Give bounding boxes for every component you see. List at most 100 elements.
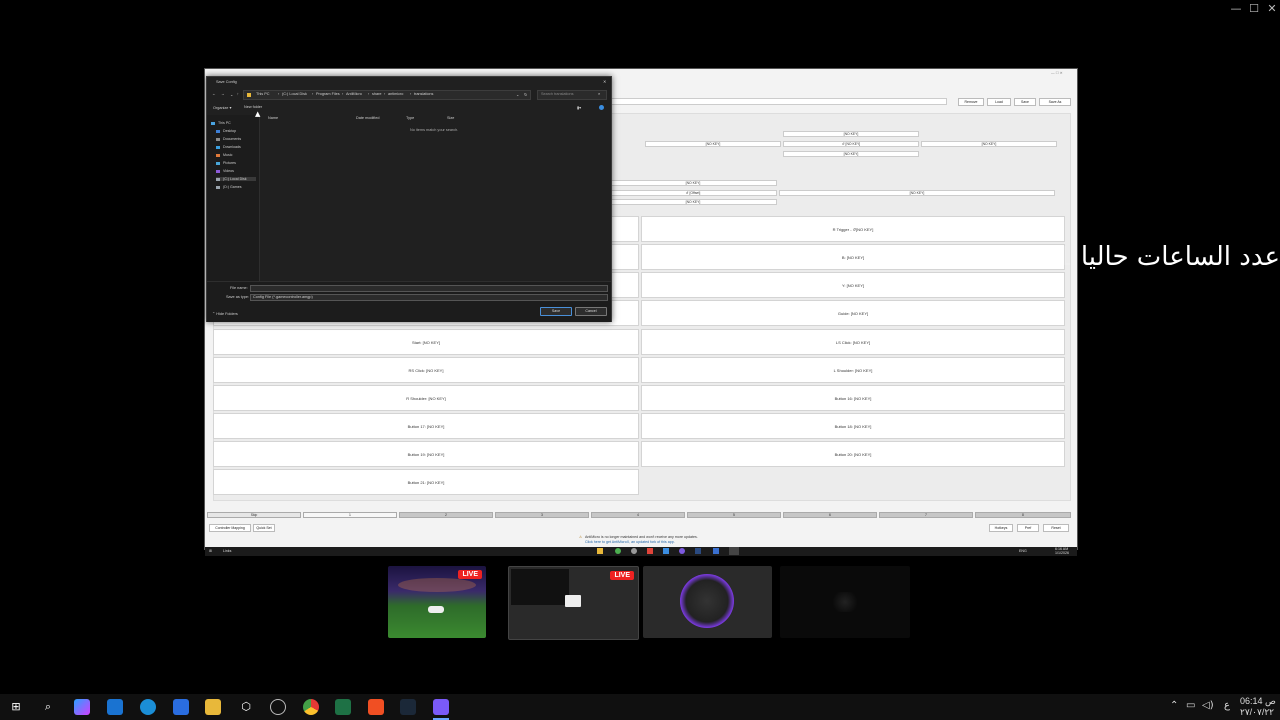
- reset-button[interactable]: Reset: [1043, 524, 1069, 532]
- key-pill[interactable]: [NO KEY]: [609, 180, 777, 186]
- stream-thumbnail-orb[interactable]: [643, 566, 772, 638]
- remove-button[interactable]: Remove: [958, 98, 984, 106]
- up-icon[interactable]: ↑: [237, 92, 239, 96]
- excel-icon[interactable]: [335, 699, 351, 715]
- app-icon[interactable]: ⬡: [238, 699, 254, 715]
- key-pill[interactable]: [NO KEY]: [609, 199, 777, 205]
- network-icon[interactable]: ▭: [1186, 700, 1195, 711]
- hotkeys-button[interactable]: Hotkeys: [989, 524, 1013, 532]
- app-icon[interactable]: [663, 548, 669, 554]
- r-trigger-button[interactable]: R Trigger - ↺[NO KEY]: [641, 216, 1065, 242]
- breadcrumb-antimicro-sub[interactable]: antimicro: [388, 92, 403, 96]
- obs-icon[interactable]: [433, 699, 449, 715]
- save-as-button[interactable]: Save As: [1039, 98, 1071, 106]
- volume-icon[interactable]: ◁): [1202, 700, 1214, 711]
- pref-button[interactable]: Pref: [1017, 524, 1039, 532]
- file-explorer-icon[interactable]: [205, 699, 221, 715]
- nav-d-drive[interactable]: (D:) Games: [216, 185, 242, 189]
- remote-window-controls[interactable]: — ☐ ✕: [1051, 71, 1063, 75]
- search-icon[interactable]: ⌕: [40, 699, 56, 715]
- refresh-icon[interactable]: ↻: [524, 92, 527, 97]
- steam-icon[interactable]: [695, 548, 701, 554]
- tab-set-7[interactable]: 7: [879, 512, 973, 518]
- dialog-save-button[interactable]: Save: [540, 307, 572, 316]
- dialog-cancel-button[interactable]: Cancel: [575, 307, 607, 316]
- tab-set-4[interactable]: 4: [591, 512, 685, 518]
- forward-icon[interactable]: →: [221, 92, 225, 96]
- stream-thumbnail-rocket-league[interactable]: LIVE: [388, 566, 486, 638]
- button-21[interactable]: Button 21: [NO KEY]: [213, 469, 639, 495]
- minimize-button[interactable]: —: [1226, 2, 1246, 16]
- remote-links[interactable]: Links: [223, 549, 231, 553]
- nav-documents[interactable]: Documents: [216, 137, 241, 141]
- start-button[interactable]: Start: [NO KEY]: [213, 329, 639, 355]
- key-pill[interactable]: [NO KEY]: [783, 151, 919, 157]
- nav-this-pc[interactable]: This PC: [211, 121, 231, 125]
- stream-thumbnail-dark[interactable]: [780, 566, 910, 638]
- breadcrumb-program-files[interactable]: Program Files: [316, 92, 340, 96]
- outlook-icon[interactable]: [107, 699, 123, 715]
- column-name[interactable]: Name: [268, 116, 278, 120]
- store-icon[interactable]: [173, 699, 189, 715]
- key-pill[interactable]: [NO KEY]: [921, 141, 1057, 147]
- key-pill[interactable]: [NO KEY]: [645, 141, 781, 147]
- address-bar[interactable]: This PC › (C:) Local Disk › Program File…: [243, 90, 531, 100]
- breadcrumb-this-pc[interactable]: This PC: [256, 92, 270, 96]
- app-icon[interactable]: [631, 548, 637, 554]
- key-pill[interactable]: ↺ [Offset]: [609, 190, 777, 196]
- r-shoulder-button[interactable]: R Shoulder: [NO KEY]: [213, 385, 639, 411]
- dialog-close-icon[interactable]: ✕: [603, 79, 606, 84]
- warning-line2[interactable]: Click here to get AntiMicroX, an updated…: [585, 540, 675, 544]
- address-dropdown-icon[interactable]: ⌄: [516, 92, 519, 97]
- warning-line1[interactable]: AntiMicro is no longer maintained and wo…: [585, 535, 698, 539]
- nav-pictures[interactable]: Pictures: [216, 161, 236, 165]
- nav-desktop[interactable]: Desktop: [216, 129, 236, 133]
- key-pill[interactable]: [NO KEY]: [779, 190, 1055, 196]
- breadcrumb-share[interactable]: share: [372, 92, 382, 96]
- back-icon[interactable]: ←: [212, 92, 216, 96]
- guide-button[interactable]: Guide: [NO KEY]: [641, 300, 1065, 326]
- language-indicator[interactable]: ع: [1224, 700, 1230, 711]
- tab-set-8[interactable]: 8: [975, 512, 1071, 518]
- brave-icon[interactable]: [368, 699, 384, 715]
- antimicro-taskbar-icon[interactable]: [729, 547, 739, 555]
- app-icon[interactable]: [679, 548, 685, 554]
- chrome-icon[interactable]: [615, 548, 621, 554]
- breadcrumb-antimicro[interactable]: AntiMicro: [346, 92, 362, 96]
- copilot-icon[interactable]: [74, 699, 90, 715]
- l-shoulder-button[interactable]: L Shoulder: [NO KEY]: [641, 357, 1065, 383]
- breadcrumb-c-drive[interactable]: (C:) Local Disk: [282, 92, 307, 96]
- view-options-icon[interactable]: ▮▾: [577, 105, 581, 110]
- nav-downloads[interactable]: Downloads: [216, 145, 241, 149]
- search-box[interactable]: Search translations ⌕: [537, 90, 607, 100]
- brave-icon[interactable]: [647, 548, 653, 554]
- button-19[interactable]: Button 19: [NO KEY]: [213, 441, 639, 467]
- chrome-icon[interactable]: [303, 699, 319, 715]
- nav-c-drive[interactable]: (C:) Local Disk: [216, 177, 256, 181]
- save-as-type-select[interactable]: Config File (*.gamecontroller.amgp): [250, 294, 608, 301]
- app-icon[interactable]: [713, 548, 719, 554]
- load-button[interactable]: Load: [987, 98, 1011, 106]
- edge-icon[interactable]: [140, 699, 156, 715]
- column-date-modified[interactable]: Date modified: [356, 116, 379, 120]
- column-size[interactable]: Size: [447, 116, 454, 120]
- button-18[interactable]: Button 18: [NO KEY]: [641, 413, 1065, 439]
- ls-click-button[interactable]: LS Click: [NO KEY]: [641, 329, 1065, 355]
- tab-set-2[interactable]: 2: [399, 512, 493, 518]
- help-icon[interactable]: [599, 105, 604, 110]
- tab-skip[interactable]: Skip: [207, 512, 301, 518]
- tab-set-1[interactable]: 1: [303, 512, 397, 518]
- close-button[interactable]: ✕: [1262, 2, 1280, 16]
- nav-videos[interactable]: Videos: [216, 169, 234, 173]
- quick-set-button[interactable]: Quick Set: [253, 524, 275, 532]
- organize-menu[interactable]: Organize ▾: [213, 105, 231, 110]
- column-type[interactable]: Type: [406, 116, 414, 120]
- remote-start-icon[interactable]: ⊞: [209, 549, 212, 553]
- file-name-input[interactable]: [250, 285, 608, 292]
- steam-icon[interactable]: [400, 699, 416, 715]
- new-folder-button[interactable]: New folder: [244, 105, 262, 109]
- clock-date[interactable]: ٢٧/٠٧/٢٢: [1240, 707, 1274, 718]
- key-pill[interactable]: [NO KEY]: [783, 131, 919, 137]
- clock-time[interactable]: 06:14 ص: [1240, 696, 1276, 707]
- recent-icon[interactable]: ⌄: [230, 92, 233, 97]
